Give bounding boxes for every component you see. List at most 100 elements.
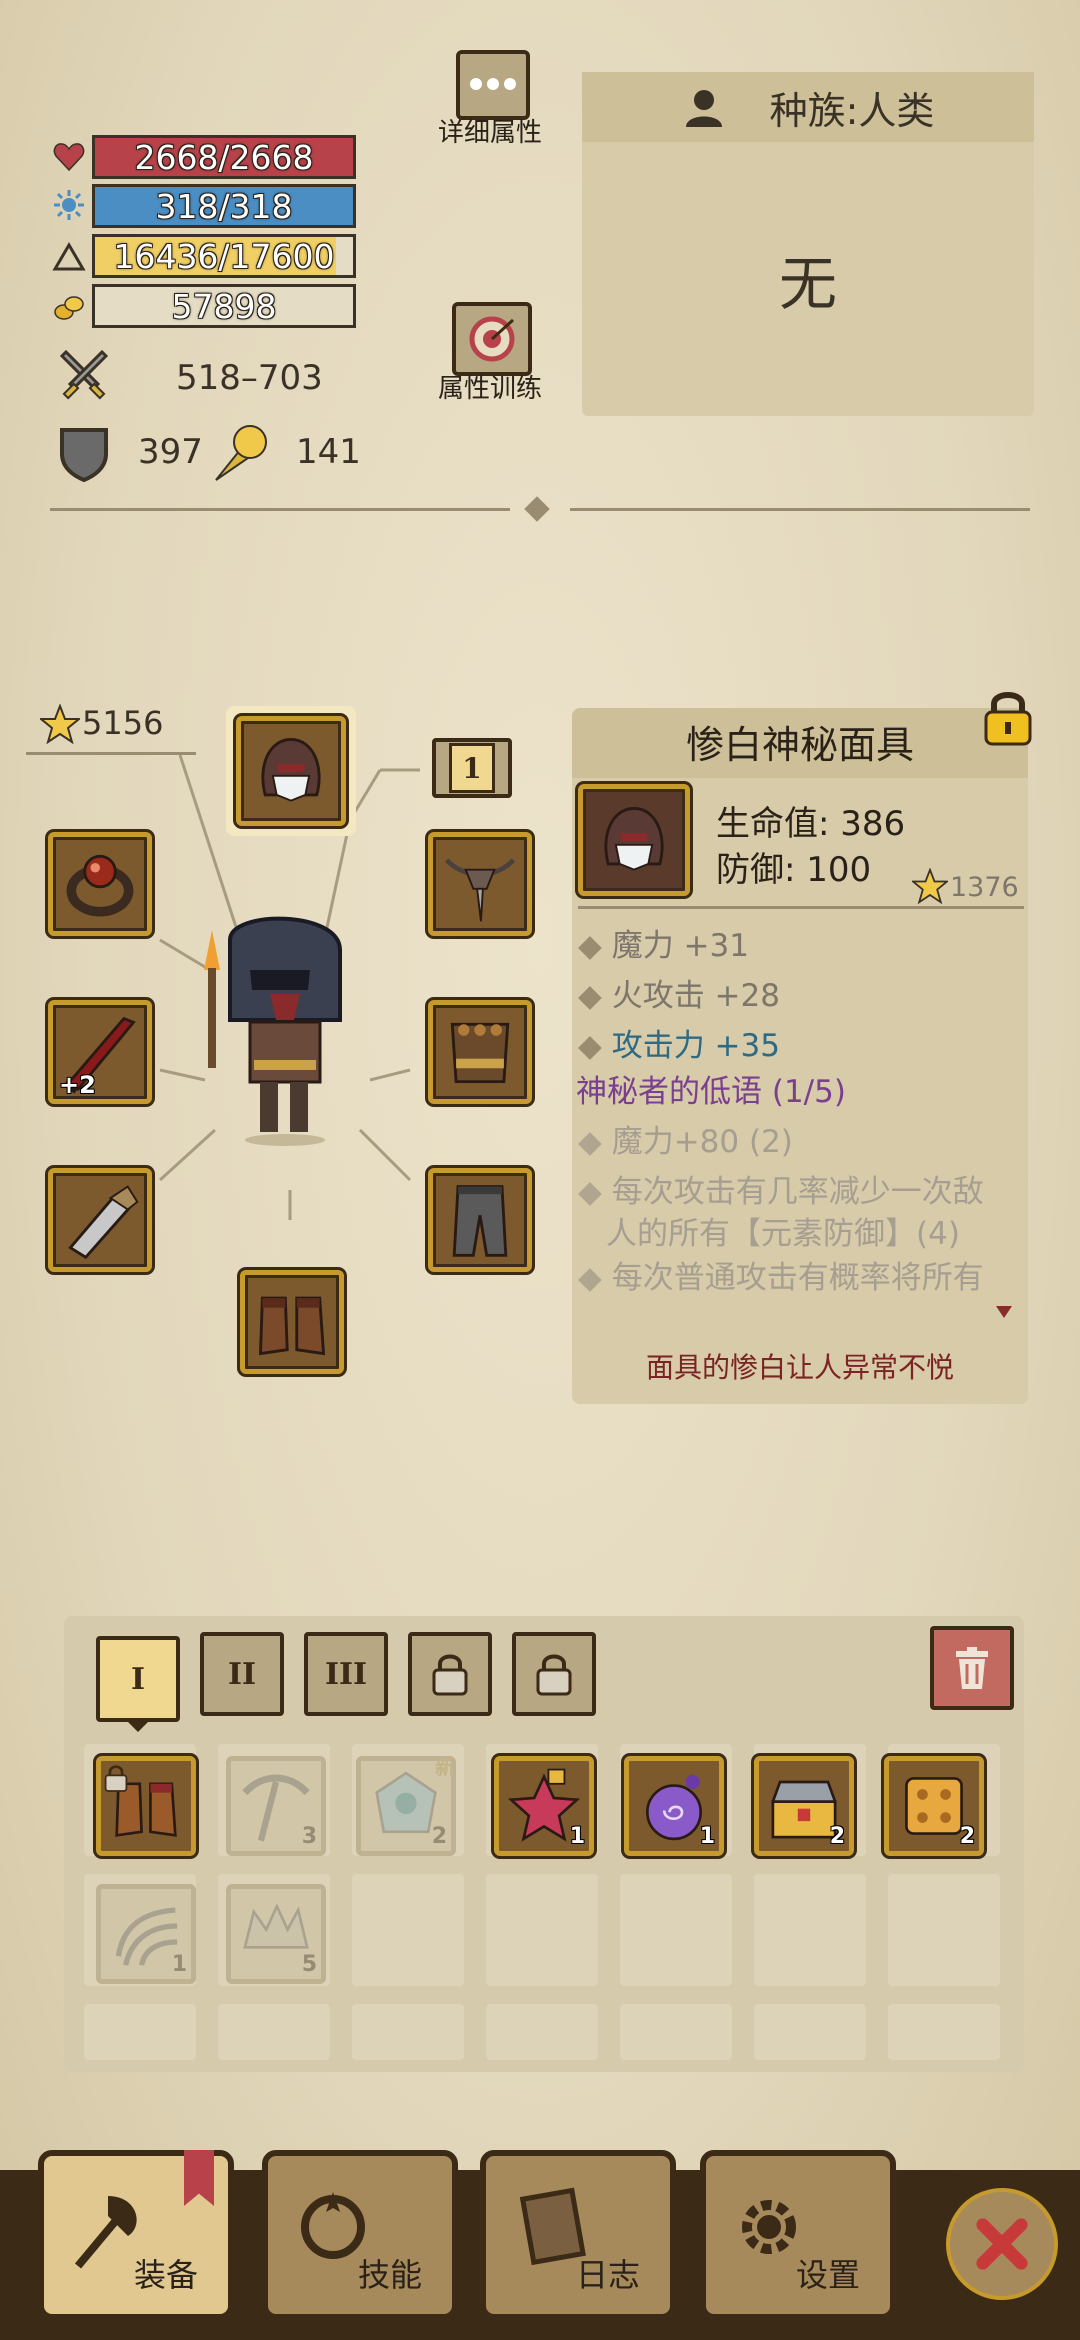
lock-icon[interactable]	[980, 688, 1036, 748]
inventory-cell[interactable]	[352, 1874, 464, 1986]
armor-slot[interactable]	[428, 1000, 532, 1104]
pale-mask-icon	[261, 738, 321, 802]
nav-equip-button[interactable]: 装备	[38, 2150, 234, 2320]
bag-tab-2[interactable]: II	[200, 1632, 284, 1716]
detail-attributes-label: 详细属性	[437, 118, 542, 148]
bag-tab-1[interactable]: I	[96, 1636, 180, 1722]
nav-log-button[interactable]: 日志	[480, 2150, 676, 2320]
bag-tab-3[interactable]: III	[304, 1632, 388, 1716]
slot-count-box[interactable]: 1	[432, 738, 512, 798]
necklace-slot[interactable]	[428, 832, 532, 936]
shield-icon	[56, 424, 112, 484]
exp-triangle-icon	[52, 240, 86, 274]
mp-bar: 318/318	[92, 184, 356, 228]
attribute-training-button[interactable]: 属性训练	[430, 298, 550, 408]
star-icon	[910, 867, 950, 905]
affix-line: ◆ 攻击力 +35	[578, 1028, 780, 1064]
inventory-cell[interactable]	[620, 2004, 732, 2060]
inventory-cell[interactable]	[754, 2004, 866, 2060]
inventory-item-treasure-chest[interactable]: 2	[754, 1756, 854, 1856]
new-badge: 新	[435, 1755, 455, 1779]
inventory-item-scrap[interactable]: 5	[226, 1884, 326, 1984]
dots-icon	[456, 50, 530, 120]
weapon-slot[interactable]: +2	[48, 1000, 152, 1104]
race-label: 种族:人类	[769, 88, 935, 133]
inventory-cell[interactable]	[888, 1874, 1000, 1986]
inventory-cell[interactable]	[620, 1874, 732, 1986]
crossed-swords-icon	[54, 348, 114, 408]
item-count: 1	[699, 1824, 715, 1849]
set-bonus-line: ◆ 每次攻击有几率减少一次敌	[578, 1174, 984, 1210]
race-header: 种族:人类	[582, 72, 1034, 142]
inventory-item-badge[interactable]: 2 新	[356, 1755, 456, 1856]
armor-icon	[450, 1022, 510, 1084]
item-count: 2	[829, 1824, 845, 1849]
item-count: 5	[301, 1952, 317, 1977]
set-bonus-text: 每次普通攻击有概率将所有	[611, 1260, 984, 1296]
inventory-item-biscuit[interactable]: 2	[884, 1756, 984, 1856]
bag-tab-5-locked[interactable]	[512, 1632, 596, 1716]
bag-tab-4-locked[interactable]	[408, 1632, 492, 1716]
detail-attributes-button[interactable]: 详细属性	[430, 46, 550, 148]
active-tab-pointer	[124, 1718, 152, 1732]
nav-settings-button[interactable]: 设置	[700, 2150, 896, 2320]
inventory-cell[interactable]	[486, 1874, 598, 1986]
inventory-item-purple-potion[interactable]: 1	[624, 1756, 724, 1856]
inventory-cell[interactable]	[84, 2004, 196, 2060]
item-hp: 生命值: 386	[716, 804, 906, 844]
inventory-item-red-potion[interactable]: 1	[494, 1756, 594, 1856]
race-panel: 种族:人类 无	[582, 72, 1034, 416]
scroll-down-arrow-icon[interactable]	[996, 1306, 1012, 1318]
inventory-item-pickaxe[interactable]: 3	[226, 1756, 326, 1856]
inventory-cell[interactable]	[352, 2004, 464, 2060]
item-count: 1	[171, 1952, 187, 1977]
inventory-cell[interactable]	[888, 2004, 1000, 2060]
gloves-slot[interactable]	[48, 1168, 152, 1272]
ring-slot[interactable]	[48, 832, 152, 936]
journal-icon	[519, 2187, 586, 2266]
item-count: 2	[959, 1824, 975, 1849]
boots-slot[interactable]	[240, 1270, 344, 1374]
bookmark-ribbon	[184, 2150, 214, 2206]
detail-divider	[578, 906, 1024, 909]
gold-bar: 57898	[92, 284, 356, 328]
attribute-training-label: 属性训练	[437, 374, 542, 404]
inventory-item-boots-locked[interactable]	[96, 1756, 196, 1856]
pants-icon	[452, 1185, 508, 1257]
inventory-cell[interactable]	[218, 2004, 330, 2060]
close-button[interactable]	[934, 2176, 1070, 2312]
item-defense: 防御: 100	[716, 850, 872, 890]
item-flavor-text: 面具的惨白让人异常不悦	[645, 1351, 954, 1384]
item-count: 2	[431, 1824, 447, 1849]
item-count: 3	[301, 1824, 317, 1849]
affix-line: ◆ 火攻击 +28	[578, 978, 780, 1014]
gold-coins-icon	[52, 290, 86, 324]
gauntlet-icon	[68, 1185, 139, 1260]
trash-button[interactable]	[930, 1626, 1014, 1710]
set-bonus-text: 每次攻击有几率减少一次敌	[611, 1174, 984, 1210]
mana-icon	[52, 188, 86, 222]
person-icon	[685, 90, 722, 127]
gear-icon	[742, 2200, 796, 2254]
item-detail-icon	[578, 784, 690, 896]
inventory-cell[interactable]	[754, 1874, 866, 1986]
trash-icon	[956, 1647, 988, 1689]
inventory-item-ribs[interactable]: 1	[96, 1884, 196, 1984]
lock-icon	[536, 1654, 572, 1696]
pants-slot[interactable]	[428, 1168, 532, 1272]
other-stat-value: 141	[296, 432, 361, 472]
slot-count: 1	[449, 743, 495, 793]
magic-horn-icon	[210, 420, 270, 484]
nav-skill-button[interactable]: 技能	[262, 2150, 458, 2320]
affix-line: ◆ 魔力 +31	[578, 928, 749, 964]
inventory-cell[interactable]	[486, 2004, 598, 2060]
hp-bar: 2668/2668	[92, 135, 356, 179]
set-bonus-line: ◆ 每次普通攻击有概率将所有	[578, 1260, 984, 1296]
exp-bar: 16436/17600	[92, 234, 356, 278]
skill-swirl-icon	[301, 2192, 365, 2259]
item-score: 1376	[950, 872, 1019, 903]
affix-text: 魔力 +31	[611, 928, 749, 964]
helmet-slot[interactable]	[236, 716, 346, 826]
item-name: 惨白神秘面具	[685, 723, 914, 767]
character-avatar	[190, 910, 370, 1150]
